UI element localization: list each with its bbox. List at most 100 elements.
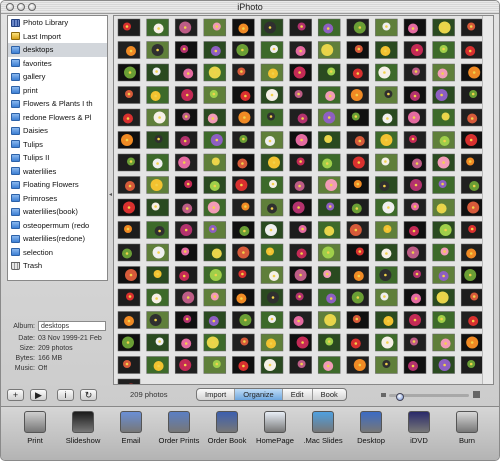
photo-thumbnail[interactable] bbox=[260, 356, 284, 374]
photo-thumbnail[interactable] bbox=[146, 153, 169, 172]
sidebar-item[interactable]: Tulips II bbox=[8, 151, 107, 165]
photo-thumbnail[interactable] bbox=[317, 266, 341, 284]
photo-thumbnail[interactable] bbox=[117, 356, 141, 374]
photo-thumbnail[interactable] bbox=[375, 356, 398, 374]
photo-thumbnail[interactable] bbox=[289, 266, 312, 284]
photo-thumbnail[interactable] bbox=[232, 288, 255, 307]
sidebar-item[interactable]: desktops bbox=[8, 43, 107, 57]
sidebar-item[interactable]: Primroses bbox=[8, 192, 107, 206]
photo-thumbnail[interactable] bbox=[432, 41, 455, 59]
photo-thumbnail[interactable] bbox=[232, 356, 255, 374]
sidebar-item[interactable]: print bbox=[8, 84, 107, 98]
sidebar-item[interactable]: Trash bbox=[8, 259, 107, 273]
photo-thumbnail[interactable] bbox=[146, 18, 169, 37]
photo-thumbnail[interactable] bbox=[375, 41, 398, 59]
photo-thumbnail[interactable] bbox=[117, 333, 141, 352]
photo-thumbnail[interactable] bbox=[117, 63, 141, 82]
photo-thumbnail[interactable] bbox=[346, 131, 370, 149]
photo-thumbnail[interactable] bbox=[232, 86, 255, 104]
photo-thumbnail[interactable] bbox=[460, 356, 484, 374]
photo-thumbnail[interactable] bbox=[432, 63, 455, 82]
photo-thumbnail[interactable] bbox=[203, 288, 227, 307]
sidebar-item[interactable]: Flowers & Plants I th bbox=[8, 97, 107, 111]
rotate-button[interactable]: ↻ bbox=[80, 389, 97, 401]
info-button[interactable]: i bbox=[57, 389, 74, 401]
photo-thumbnail[interactable] bbox=[174, 198, 198, 217]
photo-thumbnail[interactable] bbox=[317, 176, 341, 194]
photo-thumbnail[interactable] bbox=[260, 18, 284, 37]
photo-thumbnail[interactable] bbox=[403, 108, 427, 127]
photo-thumbnail[interactable] bbox=[232, 311, 255, 329]
sidebar-item[interactable]: Tulips bbox=[8, 138, 107, 152]
photo-thumbnail[interactable] bbox=[460, 176, 484, 194]
photo-thumbnail[interactable] bbox=[460, 63, 484, 82]
photo-thumbnail[interactable] bbox=[432, 243, 455, 262]
photo-thumbnail[interactable] bbox=[346, 311, 370, 329]
photo-thumbnail[interactable] bbox=[346, 41, 370, 59]
photo-thumbnail[interactable] bbox=[346, 63, 370, 82]
photo-thumbnail[interactable] bbox=[317, 333, 341, 352]
photo-thumbnail[interactable] bbox=[375, 63, 398, 82]
sidebar-item[interactable]: selection bbox=[8, 246, 107, 260]
size-slider[interactable] bbox=[381, 391, 481, 401]
photo-thumbnail[interactable] bbox=[460, 243, 484, 262]
photo-thumbnail[interactable] bbox=[317, 153, 341, 172]
slideshow-button[interactable]: Slideshow bbox=[59, 411, 107, 445]
photo-thumbnail[interactable] bbox=[289, 153, 312, 172]
photo-thumbnail[interactable] bbox=[203, 131, 227, 149]
photo-thumbnail[interactable] bbox=[375, 311, 398, 329]
photo-thumbnail[interactable] bbox=[289, 198, 312, 217]
photo-thumbnail[interactable] bbox=[203, 198, 227, 217]
photo-thumbnail[interactable] bbox=[174, 63, 198, 82]
photo-thumbnail[interactable] bbox=[317, 311, 341, 329]
photo-thumbnail[interactable] bbox=[432, 333, 455, 352]
photo-thumbnail[interactable] bbox=[432, 221, 455, 239]
photo-thumbnail[interactable] bbox=[403, 221, 427, 239]
play-slideshow-button[interactable]: ▶ bbox=[30, 389, 47, 401]
slider-knob[interactable] bbox=[396, 393, 405, 401]
photo-thumbnail[interactable] bbox=[432, 356, 455, 374]
photo-thumbnail[interactable] bbox=[317, 221, 341, 239]
photo-thumbnail[interactable] bbox=[232, 63, 255, 82]
photo-thumbnail[interactable] bbox=[432, 153, 455, 172]
photo-thumbnail[interactable] bbox=[203, 221, 227, 239]
photo-thumbnail[interactable] bbox=[460, 41, 484, 59]
photo-thumbnail[interactable] bbox=[117, 288, 141, 307]
sidebar-item[interactable]: waterlilies bbox=[8, 165, 107, 179]
photo-thumbnail[interactable] bbox=[260, 333, 284, 352]
photo-thumbnail[interactable] bbox=[174, 311, 198, 329]
photo-thumbnail[interactable] bbox=[317, 198, 341, 217]
photo-thumbnail[interactable] bbox=[432, 176, 455, 194]
photo-thumbnail[interactable] bbox=[117, 311, 141, 329]
photo-thumbnail[interactable] bbox=[146, 288, 169, 307]
photo-thumbnail[interactable] bbox=[460, 221, 484, 239]
sidebar-item[interactable]: Last Import bbox=[8, 30, 107, 44]
photo-thumbnail[interactable] bbox=[174, 18, 198, 37]
photo-thumbnail[interactable] bbox=[375, 108, 398, 127]
photo-thumbnail[interactable] bbox=[289, 356, 312, 374]
photo-thumbnail[interactable] bbox=[403, 356, 427, 374]
split-view-handle[interactable]: ◂ bbox=[109, 191, 112, 198]
photo-thumbnail[interactable] bbox=[403, 153, 427, 172]
photo-thumbnail[interactable] bbox=[117, 176, 141, 194]
grid-scrollbar[interactable] bbox=[482, 16, 493, 384]
photo-thumbnail[interactable] bbox=[260, 243, 284, 262]
mode-import-button[interactable]: Import bbox=[197, 389, 236, 400]
photo-thumbnail[interactable] bbox=[260, 86, 284, 104]
photo-thumbnail[interactable] bbox=[375, 18, 398, 37]
photo-thumbnail[interactable] bbox=[203, 176, 227, 194]
photo-thumbnail[interactable] bbox=[232, 221, 255, 239]
photo-thumbnail[interactable] bbox=[260, 41, 284, 59]
photo-thumbnail[interactable] bbox=[460, 198, 484, 217]
photo-thumbnail[interactable] bbox=[260, 198, 284, 217]
photo-thumbnail[interactable] bbox=[375, 86, 398, 104]
photo-thumbnail[interactable] bbox=[203, 153, 227, 172]
photo-thumbnail[interactable] bbox=[346, 18, 370, 37]
order-book-button[interactable]: Order Book bbox=[203, 411, 251, 445]
photo-thumbnail[interactable] bbox=[460, 18, 484, 37]
photo-thumbnail[interactable] bbox=[317, 288, 341, 307]
photo-thumbnail[interactable] bbox=[117, 41, 141, 59]
photo-thumbnail[interactable] bbox=[289, 288, 312, 307]
photo-thumbnail[interactable] bbox=[146, 243, 169, 262]
photo-thumbnail[interactable] bbox=[460, 108, 484, 127]
